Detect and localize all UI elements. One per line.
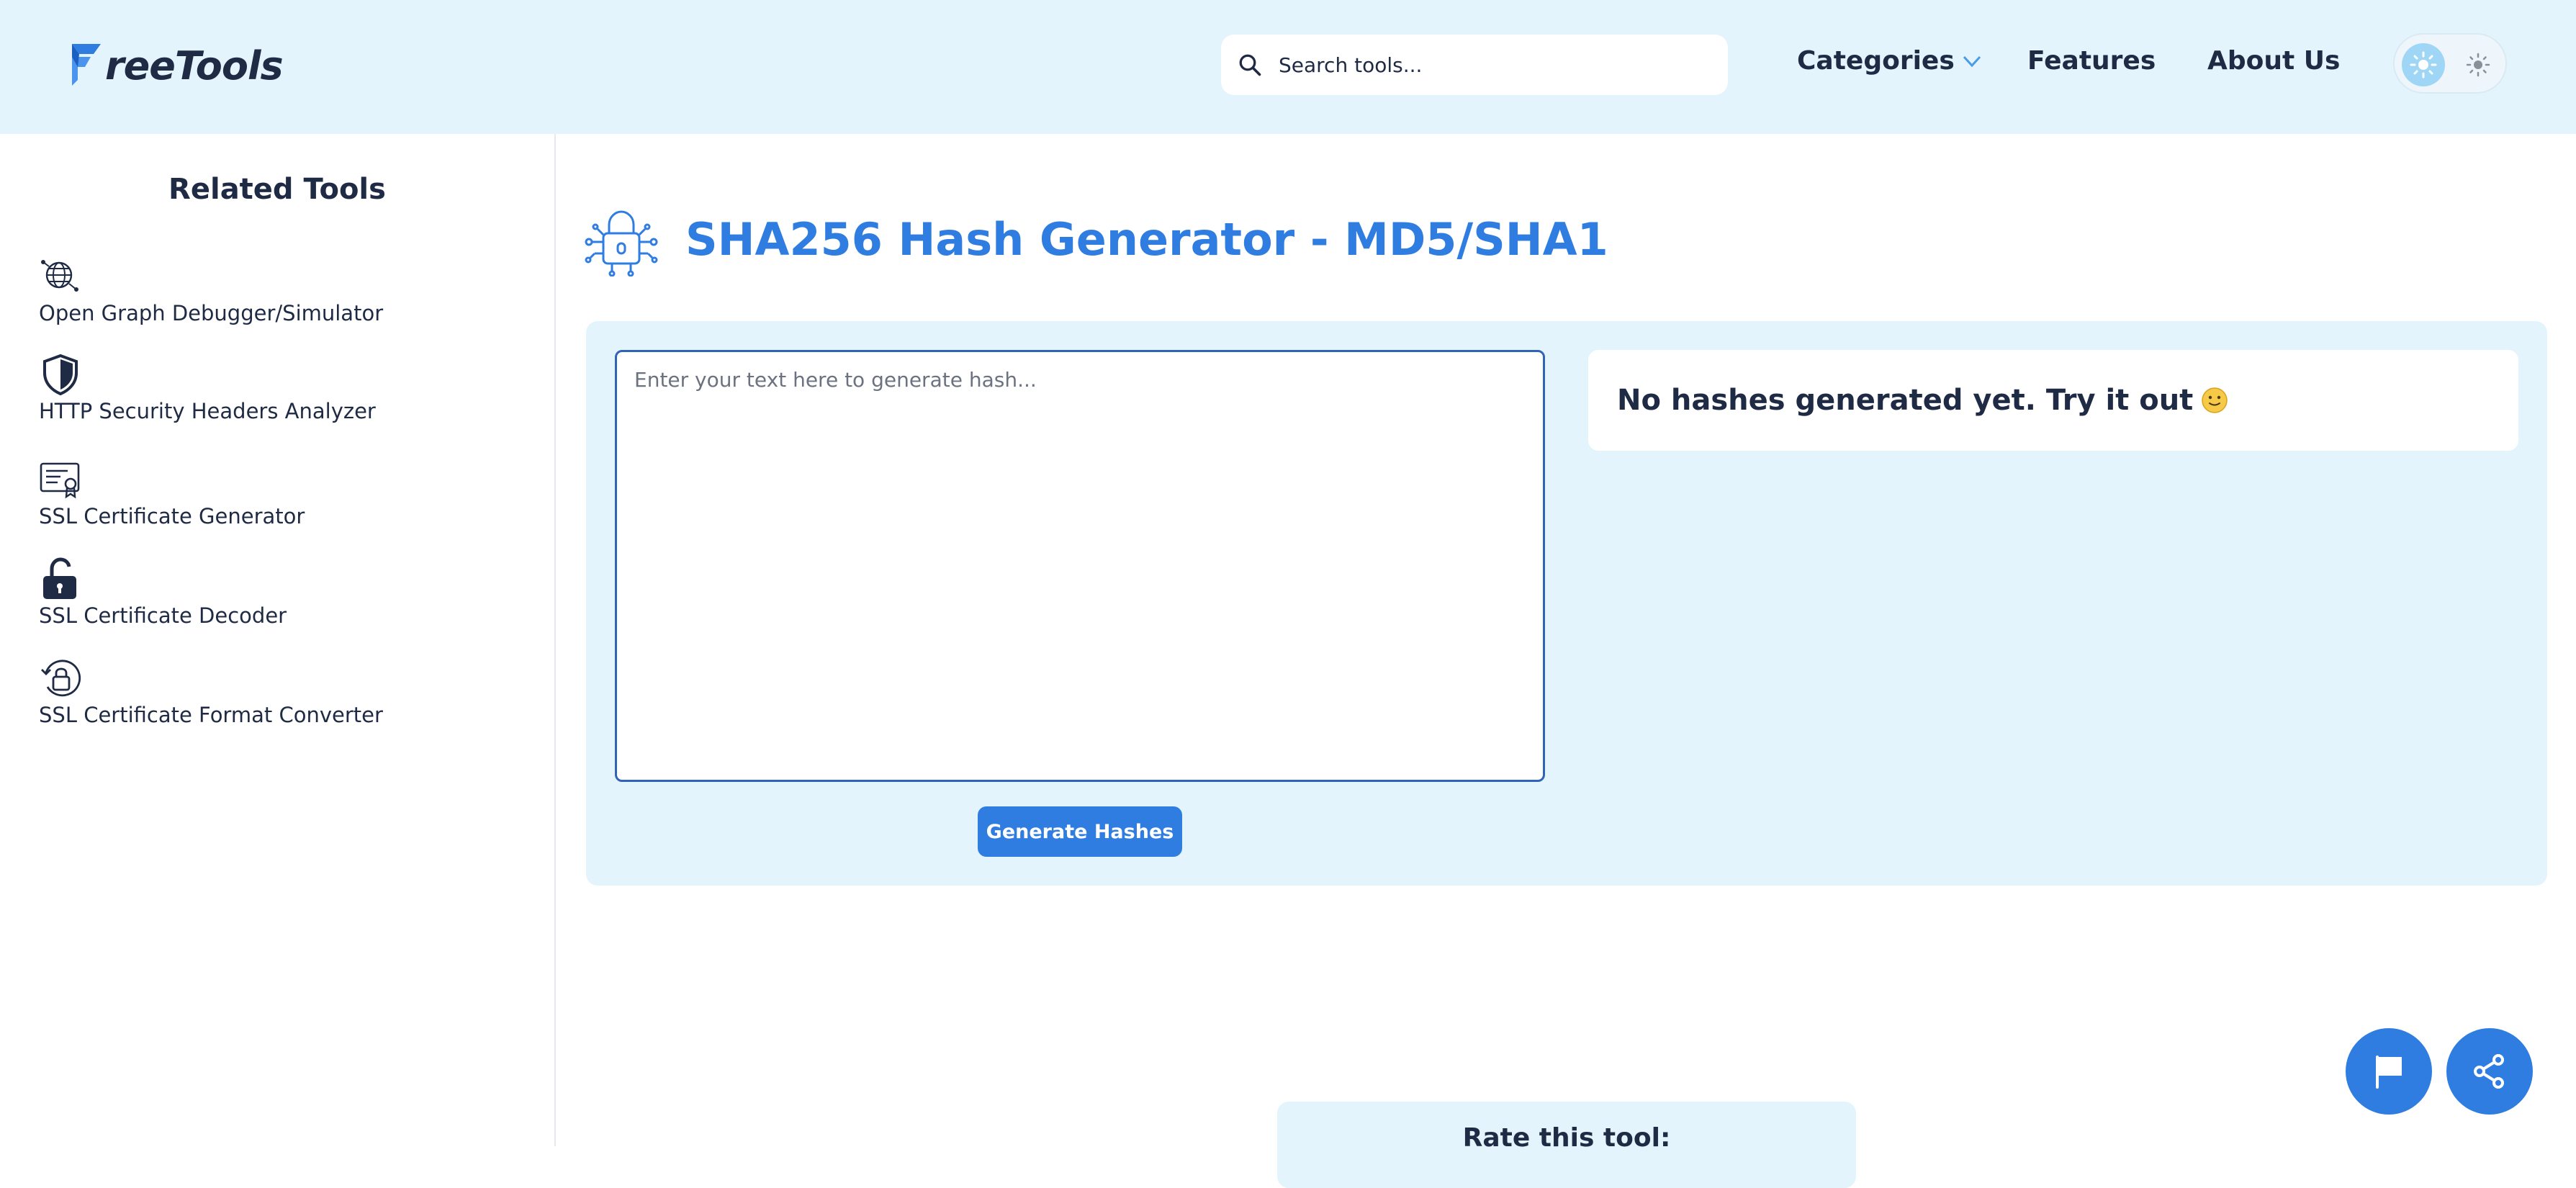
sun-icon [2410, 51, 2437, 78]
site-logo[interactable]: reeTools [69, 40, 284, 91]
sidebar-item-label: SSL Certificate Generator [39, 504, 305, 528]
lock-circuit-icon [585, 210, 658, 276]
sidebar-item-ssl-generator[interactable]: SSL Certificate Generator [39, 458, 305, 528]
share-button[interactable] [2446, 1028, 2533, 1115]
light-mode-button[interactable] [2402, 43, 2445, 86]
nav-features[interactable]: Features [2027, 46, 2156, 76]
unlock-icon [43, 557, 76, 599]
sidebar-title: Related Tools [168, 173, 386, 206]
sidebar-item-security-headers[interactable]: HTTP Security Headers Analyzer [39, 353, 376, 423]
hash-text-input[interactable] [615, 350, 1545, 782]
sidebar-item-ssl-format-converter[interactable]: SSL Certificate Format Converter [39, 657, 383, 727]
nav-categories-label: Categories [1797, 46, 1955, 76]
nav-categories[interactable]: Categories [1797, 46, 1982, 76]
page-title: SHA256 Hash Generator - MD5/SHA1 [685, 213, 1608, 266]
logo-mark-icon [72, 44, 101, 86]
generate-hashes-button[interactable]: Generate Hashes [978, 806, 1182, 857]
globe-network-icon [41, 260, 78, 292]
search-bar[interactable] [1221, 35, 1728, 95]
sidebar-item-ssl-decoder[interactable]: SSL Certificate Decoder [39, 557, 287, 628]
chevron-down-icon [1963, 55, 1981, 67]
report-button[interactable] [2346, 1028, 2432, 1115]
sidebar-item-label: Open Graph Debugger/Simulator [39, 301, 384, 325]
sidebar-item-label: SSL Certificate Decoder [39, 603, 287, 628]
shield-icon [43, 354, 78, 396]
dark-mode-button[interactable] [2456, 43, 2500, 86]
site-header: reeTools Categories Features About Us [0, 0, 2576, 134]
sidebar-item-label: HTTP Security Headers Analyzer [39, 399, 376, 423]
lock-rotate-icon [41, 660, 81, 697]
logo-text: reeTools [105, 42, 284, 89]
share-icon [2474, 1054, 2504, 1089]
related-tools-sidebar: Related Tools Open Graph Debugger/Simula… [0, 134, 556, 1146]
sidebar-item-open-graph[interactable]: Open Graph Debugger/Simulator [39, 255, 383, 325]
rate-tool-card: Rate this tool: [1277, 1102, 1856, 1188]
theme-toggle[interactable] [2393, 33, 2507, 94]
hash-tool-panel: Generate Hashes No hashes generated yet.… [586, 321, 2547, 886]
sun-outline-icon [2466, 53, 2490, 77]
results-empty-message: No hashes generated yet. Try it out [1617, 384, 2194, 417]
nav-about-us[interactable]: About Us [2207, 46, 2340, 76]
smile-emoji-icon [2202, 387, 2228, 413]
hash-results-card: No hashes generated yet. Try it out [1588, 350, 2518, 451]
certificate-icon [40, 462, 80, 499]
search-input[interactable] [1279, 53, 1711, 77]
search-icon [1239, 54, 1261, 76]
flag-icon [2376, 1056, 2402, 1089]
sidebar-item-label: SSL Certificate Format Converter [39, 703, 383, 727]
rate-tool-title: Rate this tool: [1462, 1123, 1671, 1153]
